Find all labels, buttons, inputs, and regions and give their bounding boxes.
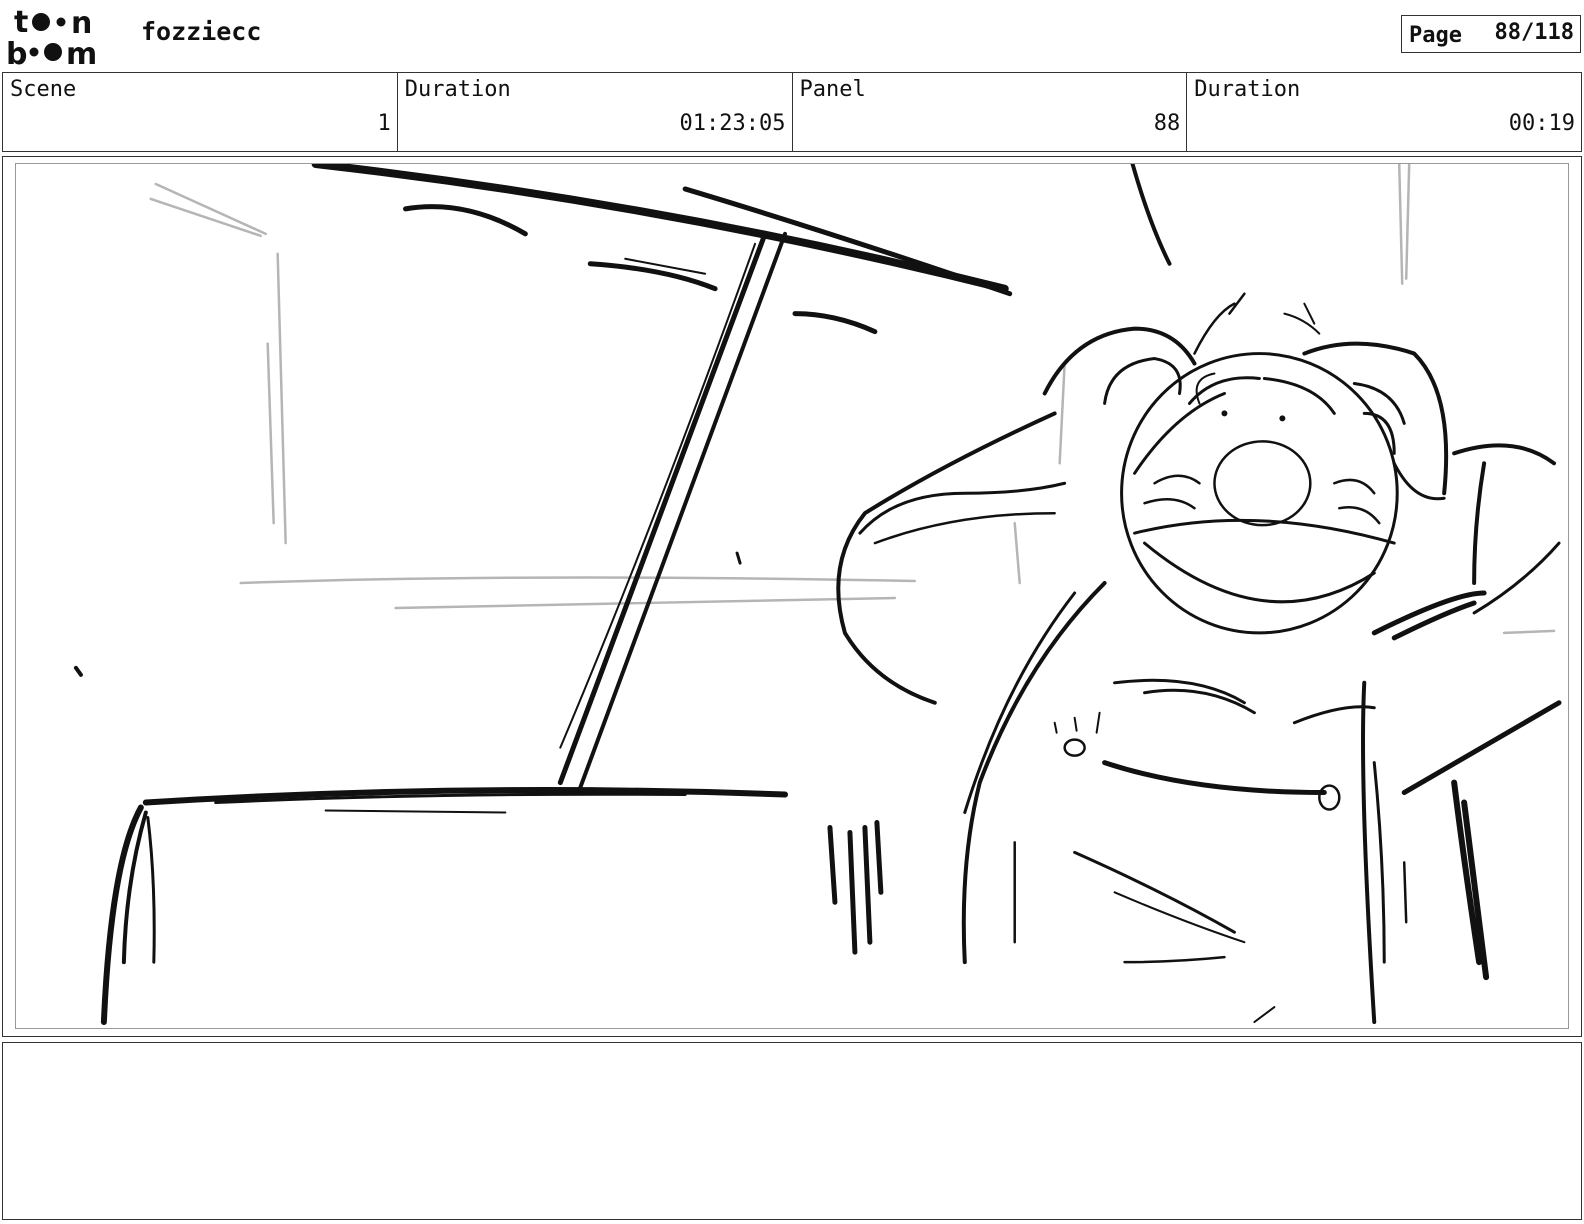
svg-text:m: m	[66, 37, 97, 68]
panel-cell: Panel 88	[793, 73, 1188, 151]
panel-duration-label: Duration	[1194, 77, 1301, 102]
scene-info-row: Scene 1 Duration 01:23:05 Panel 88 Durat…	[2, 72, 1582, 152]
toon-boom-logo: t n b m	[6, 4, 118, 72]
storyboard-panel-image	[15, 163, 1569, 1029]
svg-text:t: t	[14, 5, 28, 40]
panel-sketch	[73, 164, 1562, 1026]
scene-cell: Scene 1	[3, 73, 398, 151]
piano-body	[73, 665, 884, 1026]
scene-label: Scene	[10, 77, 77, 102]
page-indicator: Page 88/118	[1401, 15, 1581, 53]
scene-duration-cell: Duration 01:23:05	[398, 73, 793, 151]
panel-label: Panel	[799, 77, 866, 102]
svg-text:n: n	[71, 6, 92, 41]
project-title: fozziecc	[141, 17, 262, 46]
page-number: 88/118	[1494, 20, 1574, 45]
panel-value: 88	[1153, 111, 1181, 136]
panel-duration-cell: Duration 00:19	[1187, 73, 1581, 151]
character-arms	[836, 411, 1561, 705]
panel-duration-value: 00:19	[1508, 111, 1575, 136]
page-label: Page	[1409, 23, 1462, 48]
panel-notes-box	[2, 1042, 1582, 1220]
scene-duration-label: Duration	[404, 77, 511, 102]
scene-value: 1	[377, 111, 391, 136]
lid-prop-stick	[557, 231, 788, 790]
piano-lid	[311, 164, 1172, 335]
construction-lines	[149, 164, 1556, 635]
storyboard-panel-frame	[2, 156, 1582, 1037]
svg-text:b: b	[6, 37, 27, 68]
scene-duration-value: 01:23:05	[679, 111, 786, 136]
character-body	[961, 581, 1562, 1025]
